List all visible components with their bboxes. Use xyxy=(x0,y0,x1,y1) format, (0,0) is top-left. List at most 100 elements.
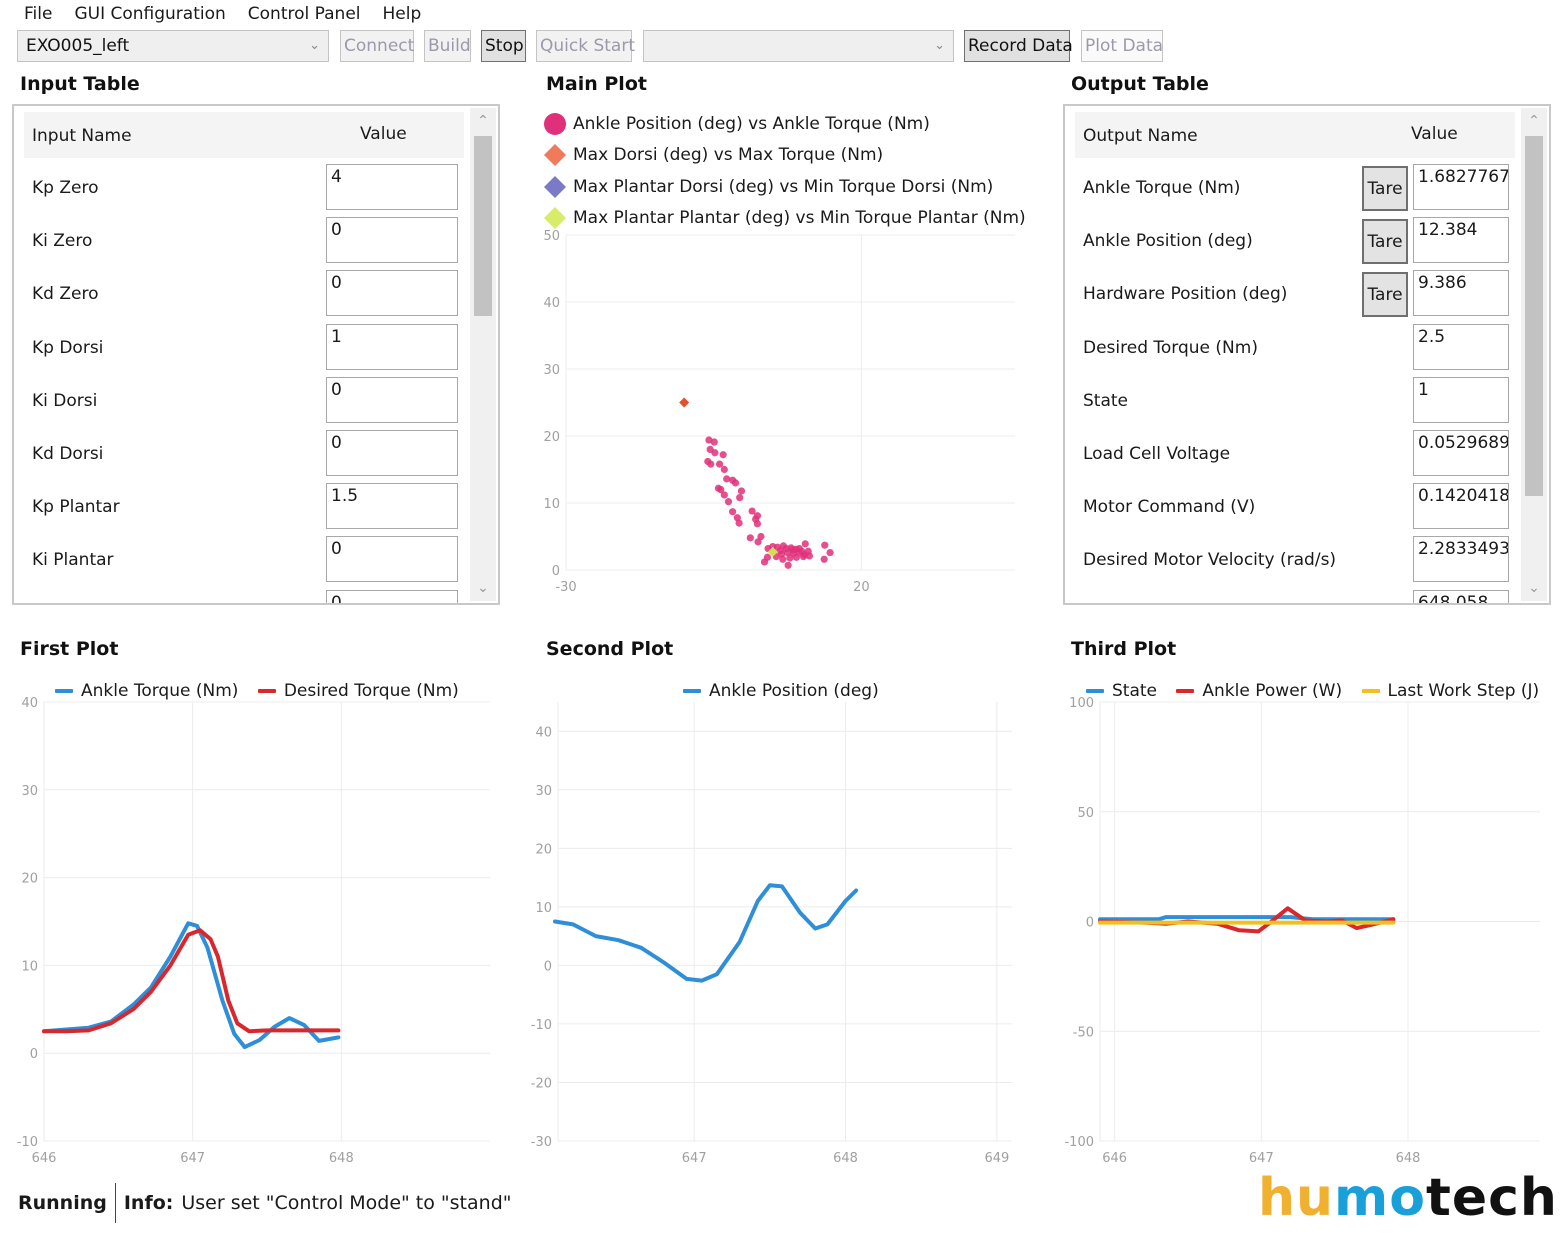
menu-help[interactable]: Help xyxy=(383,4,422,26)
table-row: Hardware Position (deg) Tare 9.386 xyxy=(1075,270,1515,322)
y-tick-label: 0 xyxy=(544,959,552,974)
scroll-up-icon[interactable]: ⌃ xyxy=(1521,108,1547,134)
scatter-point xyxy=(720,491,728,499)
status-info-label: Info: xyxy=(123,1192,174,1214)
value-field[interactable]: 1.68277677 xyxy=(1413,164,1509,210)
value-field[interactable]: 0 xyxy=(326,376,458,423)
plot-data-button[interactable]: Plot Data xyxy=(1081,30,1163,62)
value-field[interactable]: 0 xyxy=(326,536,458,583)
y-tick-label: -30 xyxy=(531,1135,552,1150)
table-row: Motor Command (V) 0.14204188 xyxy=(1075,483,1515,535)
table-row: Ki Zero 0 xyxy=(24,217,464,269)
value-field[interactable]: 1 xyxy=(326,323,458,370)
legend-item: Max Plantar Dorsi (deg) vs Min Torque Do… xyxy=(543,171,1026,203)
input-table-scrollbar[interactable]: ⌃ ⌄ xyxy=(470,108,496,601)
input-table-title: Input Table xyxy=(20,73,140,95)
legend-circle-icon xyxy=(544,112,566,135)
y-tick-label: -50 xyxy=(1073,1025,1094,1040)
stop-button[interactable]: Stop xyxy=(481,30,526,62)
value-header: Value xyxy=(1411,124,1458,144)
scroll-down-icon[interactable]: ⌄ xyxy=(470,575,496,601)
table-row: Kp Dorsi 1 xyxy=(24,323,464,376)
third-plot-chart[interactable]: -100 -50 0 50 100 646 647 648 xyxy=(1050,690,1563,1170)
row-label: Ankle Torque (Nm) xyxy=(1083,178,1241,198)
value-field[interactable]: 0 xyxy=(326,589,458,603)
menu-file[interactable]: File xyxy=(24,4,52,26)
table-row: Ankle Torque (Nm) Tare1.68277677 xyxy=(1075,164,1515,216)
main-plot-legend: Ankle Position (deg) vs Ankle Torque (Nm… xyxy=(543,108,1026,234)
scatter-point xyxy=(820,555,828,563)
row-label: Kd Dorsi xyxy=(32,444,104,464)
value-field[interactable]: 0 xyxy=(326,430,458,476)
scatter-point xyxy=(821,541,829,549)
table-row: Load Cell Voltage 0.05296890 xyxy=(1075,430,1515,482)
scrollbar-thumb[interactable] xyxy=(474,136,492,316)
y-tick-label: 10 xyxy=(535,901,552,916)
tare-button[interactable]: Tare xyxy=(1362,166,1408,211)
scrollbar-thumb[interactable] xyxy=(1525,136,1543,496)
chevron-down-icon: ⌄ xyxy=(309,38,320,53)
x-tick-label: 647 xyxy=(1249,1151,1274,1166)
x-tick-label: 648 xyxy=(833,1151,858,1166)
value-field[interactable]: 9.386 xyxy=(1413,270,1509,317)
y-tick-label: 0 xyxy=(1086,916,1094,931)
quick-start-button[interactable]: Quick Start xyxy=(536,30,635,62)
value-field[interactable]: 1.5 xyxy=(326,483,458,530)
legend-item: Max Dorsi (deg) vs Max Torque (Nm) xyxy=(543,140,1026,172)
row-label: Ki Dorsi xyxy=(32,390,98,411)
value-field[interactable]: 2.5 xyxy=(1413,323,1509,370)
output-table: Output Name Value Ankle Torque (Nm) Tare 1… xyxy=(1063,104,1551,605)
menu-control-panel[interactable]: Control Panel xyxy=(248,4,361,26)
scatter-point xyxy=(736,494,744,502)
value-field[interactable]: 12.384 xyxy=(1413,217,1509,264)
tare-button[interactable]: Tare xyxy=(1362,219,1408,265)
value-field[interactable]: 0.14204188 xyxy=(1413,483,1509,530)
output-name-header: Output Name xyxy=(1083,126,1198,146)
value-field[interactable]: 648.058 xyxy=(1413,589,1509,603)
value-field[interactable]: 4 xyxy=(326,164,458,210)
scroll-down-icon[interactable]: ⌄ xyxy=(1521,575,1547,601)
x-tick-label: 648 xyxy=(329,1151,354,1166)
menu-bar: File GUI Configuration Control Panel Hel… xyxy=(24,4,421,26)
table-row: State 1 xyxy=(1075,376,1515,429)
scatter-point xyxy=(792,553,801,561)
value-field[interactable]: 0.05296890 xyxy=(1413,430,1509,476)
table-row: Kp Zero 4 xyxy=(24,164,464,216)
x-tick-label: 646 xyxy=(32,1151,57,1166)
connect-button[interactable]: Connect xyxy=(340,30,414,62)
tare-button[interactable]: Tare xyxy=(1362,272,1408,318)
status-bar: Running Info: User set "Control Mode" to… xyxy=(18,1183,512,1223)
output-table-header: Output Name Value xyxy=(1075,112,1515,158)
scatter-point xyxy=(776,546,785,555)
menu-gui-configuration[interactable]: GUI Configuration xyxy=(74,4,225,26)
first-plot-chart[interactable]: -10 0 10 20 30 40 646 647 648 xyxy=(0,690,510,1170)
scatter-point xyxy=(746,534,754,542)
build-button[interactable]: Build xyxy=(424,30,471,62)
status-divider xyxy=(114,1183,116,1223)
legend-label: Max Plantar Dorsi (deg) vs Min Torque Do… xyxy=(573,176,994,197)
value-field[interactable]: 1 xyxy=(1413,376,1509,423)
output-table-scrollbar[interactable]: ⌃ ⌄ xyxy=(1521,108,1547,601)
mode-select[interactable]: ⌄ xyxy=(643,30,954,62)
scroll-up-icon[interactable]: ⌃ xyxy=(470,108,496,134)
value-field[interactable]: 2.28334938 xyxy=(1413,536,1509,583)
scatter-point xyxy=(707,460,715,468)
value-field[interactable]: 0 xyxy=(326,270,458,317)
record-data-button[interactable]: Record Data xyxy=(964,30,1073,62)
table-row: Ki Plantar 0 xyxy=(24,536,464,588)
table-row: Kd Zero 0 xyxy=(24,270,464,322)
second-plot-chart[interactable]: -30 -20 -10 0 10 20 30 40 647 648 649 xyxy=(520,690,1030,1170)
table-row: 0 xyxy=(24,589,464,603)
scatter-point xyxy=(798,547,806,555)
second-plot-title: Second Plot xyxy=(546,638,674,660)
chevron-down-icon: ⌄ xyxy=(934,38,945,53)
row-label: Kp Zero xyxy=(32,178,99,198)
main-plot-chart[interactable]: 0 10 20 30 40 50 -30 20 xyxy=(530,225,1030,610)
row-label: Kp Plantar xyxy=(32,497,120,518)
device-select[interactable]: EXO005_left ⌄ xyxy=(17,30,329,62)
value-field[interactable]: 0 xyxy=(326,217,458,264)
scatter-point xyxy=(711,449,719,457)
input-table: Input Name Value Kp Zero 4 Ki Zero 0 Kd Zero… xyxy=(12,104,500,605)
y-tick-label: 0 xyxy=(30,1047,38,1062)
input-name-header: Input Name xyxy=(32,126,132,146)
